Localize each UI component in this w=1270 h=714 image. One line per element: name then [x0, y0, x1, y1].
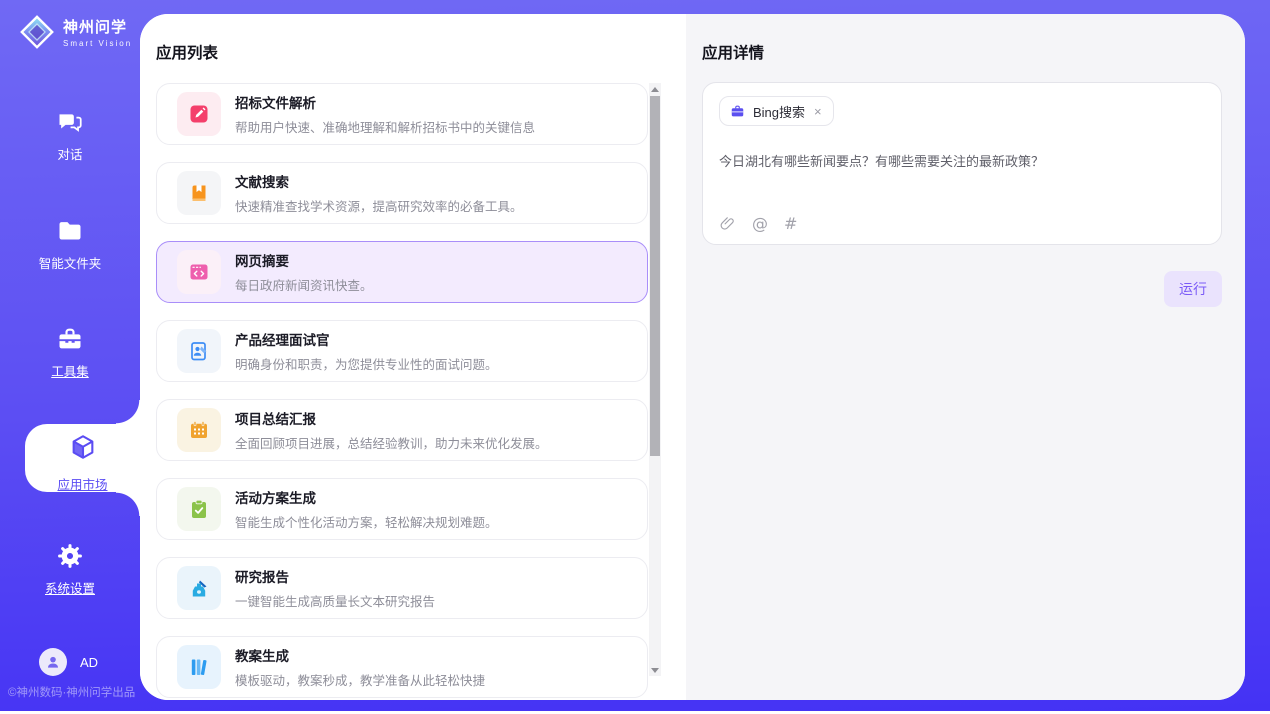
- app-card-activity-plan[interactable]: 活动方案生成 智能生成个性化活动方案，轻松解决规划难题。: [156, 478, 648, 540]
- literature-book-icon: [177, 171, 221, 215]
- brand-tagline: Smart Vision: [63, 39, 132, 48]
- scrollbar-up-arrow[interactable]: [649, 83, 661, 95]
- chat-icon: [55, 108, 85, 136]
- app-desc: 快速精准查找学术资源，提高研究效率的必备工具。: [235, 196, 523, 215]
- app-detail-title: 应用详情: [702, 41, 764, 63]
- hashtag-icon[interactable]: #: [784, 214, 797, 233]
- app-name: 招标文件解析: [235, 92, 535, 112]
- app-desc: 全面回顾项目进展，总结经验教训，助力未来优化发展。: [235, 433, 548, 452]
- app-desc: 每日政府新闻资讯快查。: [235, 275, 373, 294]
- app-name: 网页摘要: [235, 250, 373, 270]
- app-card-lesson-plan[interactable]: 教案生成 模板驱动，教案秒成，教学准备从此轻松快捷: [156, 636, 648, 698]
- cube-icon: [68, 433, 98, 461]
- pm-interview-icon: [177, 329, 221, 373]
- folder-icon: [55, 217, 85, 245]
- app-name: 活动方案生成: [235, 487, 498, 507]
- app-cards: 招标文件解析 帮助用户快速、准确地理解和解析招标书中的关键信息 文献搜索 快速精…: [156, 83, 648, 700]
- brand-name: 神州问学: [63, 16, 132, 37]
- app-name: 项目总结汇报: [235, 408, 548, 428]
- sidebar-item-label: 工具集: [0, 361, 140, 380]
- briefcase-icon: [730, 104, 745, 119]
- app-desc: 智能生成个性化活动方案，轻松解决规划难题。: [235, 512, 498, 531]
- query-input-card[interactable]: Bing搜索 × 今日湖北有哪些新闻要点？有哪些需要关注的最新政策？ @ #: [702, 82, 1222, 245]
- avatar: [39, 648, 67, 676]
- app-name: 产品经理面试官: [235, 329, 498, 349]
- sidebar-item-chat[interactable]: 对话: [0, 108, 140, 163]
- app-desc: 明确身份和职责，为您提供专业性的面试问题。: [235, 354, 498, 373]
- app-name: 文献搜索: [235, 171, 523, 191]
- tool-tag-bing-search[interactable]: Bing搜索 ×: [719, 96, 834, 126]
- sidebar-item-label: 应用市场: [25, 474, 140, 493]
- gear-icon: [55, 542, 85, 570]
- app-list-scrollbar[interactable]: [649, 83, 661, 676]
- sidebar-item-toolset[interactable]: 工具集: [0, 325, 140, 380]
- webpage-summary-icon: [177, 250, 221, 294]
- app-card-project-summary[interactable]: 项目总结汇报 全面回顾项目进展，总结经验教训，助力未来优化发展。: [156, 399, 648, 461]
- attachment-toolbar: @ #: [719, 214, 797, 233]
- app-desc: 模板驱动，教案秒成，教学准备从此轻松快捷: [235, 670, 485, 689]
- project-report-calendar-icon: [177, 408, 221, 452]
- app-desc: 帮助用户快速、准确地理解和解析招标书中的关键信息: [235, 117, 535, 136]
- run-button[interactable]: 运行: [1164, 271, 1222, 307]
- content-panel: 应用列表 招标文件解析 帮助用户快速、准确地理解和解析招标书中的关键信息: [140, 14, 1245, 700]
- app-name: 研究报告: [235, 566, 435, 586]
- scrollbar-down-arrow[interactable]: [649, 664, 661, 676]
- app-card-webpage-summary[interactable]: 网页摘要 每日政府新闻资讯快查。: [156, 241, 648, 303]
- toolbox-icon: [55, 325, 85, 353]
- app-card-research-report[interactable]: 研究报告 一键智能生成高质量长文本研究报告: [156, 557, 648, 619]
- lesson-plan-books-icon: [177, 645, 221, 689]
- sidebar-item-label: 智能文件夹: [0, 253, 140, 272]
- diamond-logo-icon: [18, 13, 56, 51]
- sidebar-item-smart-folder[interactable]: 智能文件夹: [0, 217, 140, 272]
- app-card-bid-doc-parse[interactable]: 招标文件解析 帮助用户快速、准确地理解和解析招标书中的关键信息: [156, 83, 648, 145]
- app-desc: 一键智能生成高质量长文本研究报告: [235, 591, 435, 610]
- user-account[interactable]: AD: [39, 648, 98, 676]
- tool-tag-label: Bing搜索: [753, 102, 805, 121]
- scrollbar-thumb[interactable]: [650, 96, 660, 456]
- sidebar: 神州问学 Smart Vision 对话 智能文件夹 工具集 应用市场: [0, 0, 140, 711]
- user-initials: AD: [80, 655, 98, 670]
- app-list-pane: 应用列表 招标文件解析 帮助用户快速、准确地理解和解析招标书中的关键信息: [140, 14, 686, 700]
- sidebar-item-settings[interactable]: 系统设置: [0, 542, 140, 597]
- app-card-pm-interviewer[interactable]: 产品经理面试官 明确身份和职责，为您提供专业性的面试问题。: [156, 320, 648, 382]
- app-name: 教案生成: [235, 645, 485, 665]
- app-detail-pane: 应用详情 Bing搜索 × 今日湖北有哪些新闻要点？有哪些需要关注的最新政策？ …: [686, 14, 1245, 700]
- bid-doc-pen-icon: [177, 92, 221, 136]
- app-list-title: 应用列表: [156, 41, 218, 63]
- app-card-literature-search[interactable]: 文献搜索 快速精准查找学术资源，提高研究效率的必备工具。: [156, 162, 648, 224]
- research-report-icon: [177, 566, 221, 610]
- copyright-text: ©神州数码·神州问学出品: [8, 684, 135, 700]
- paperclip-icon[interactable]: [719, 215, 736, 233]
- query-text[interactable]: 今日湖北有哪些新闻要点？有哪些需要关注的最新政策？: [719, 151, 1205, 170]
- sidebar-item-label: 对话: [0, 144, 140, 163]
- person-icon: [45, 654, 61, 670]
- mention-icon[interactable]: @: [752, 214, 768, 233]
- sidebar-item-app-market[interactable]: 应用市场: [25, 424, 140, 492]
- tag-close-icon[interactable]: ×: [813, 104, 823, 119]
- activity-plan-icon: [177, 487, 221, 531]
- brand-logo: 神州问学 Smart Vision: [18, 13, 132, 51]
- sidebar-item-label: 系统设置: [0, 578, 140, 597]
